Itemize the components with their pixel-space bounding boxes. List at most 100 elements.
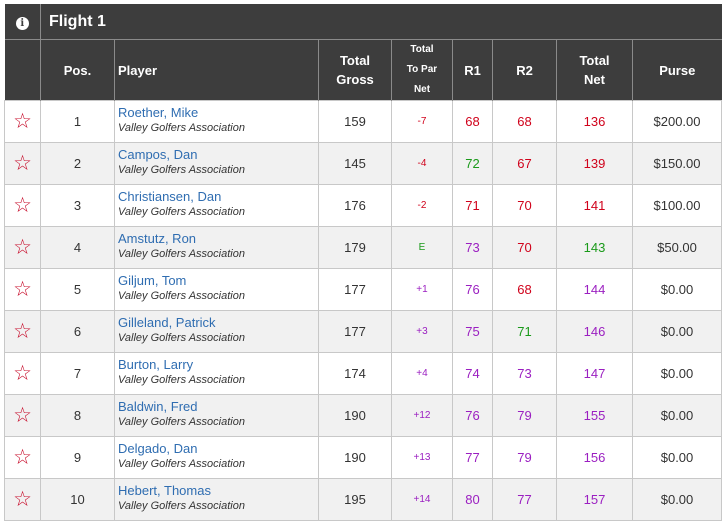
column-header-row: Pos. Player Total Gross Total To Par Net R1…	[4, 39, 722, 101]
favorite-cell: ☆	[4, 142, 41, 185]
round2-cell: 77	[492, 478, 557, 521]
round2-cell: 70	[492, 184, 557, 227]
star-outline-icon[interactable]: ☆	[13, 445, 32, 469]
total-net-cell: 155	[556, 394, 633, 437]
position-cell: 10	[40, 478, 115, 521]
favorite-cell: ☆	[4, 268, 41, 311]
star-outline-icon[interactable]: ☆	[13, 361, 32, 385]
purse-cell: $0.00	[631, 268, 723, 311]
favorite-cell: ☆	[4, 478, 41, 521]
total-gross-cell: 176	[318, 184, 392, 227]
position-cell: 8	[40, 394, 115, 437]
player-name-link[interactable]: Burton, Larry	[118, 357, 318, 373]
total-gross-cell: 190	[318, 436, 392, 479]
round1-cell: 77	[452, 436, 493, 479]
header-total-gross[interactable]: Total Gross	[318, 39, 392, 101]
to-par-net-cell: E	[391, 226, 453, 269]
player-club: Valley Golfers Association	[118, 164, 245, 176]
round2-cell: 68	[492, 100, 557, 143]
star-outline-icon[interactable]: ☆	[13, 151, 32, 175]
header-total-net-line2: Net	[584, 72, 605, 87]
star-outline-icon[interactable]: ☆	[13, 193, 32, 217]
player-club: Valley Golfers Association	[118, 290, 245, 302]
to-par-net-cell: +12	[391, 394, 453, 437]
table-row: ☆ 6 Gilleland, Patrick Valley Golfers Assoc…	[4, 310, 723, 353]
total-gross-cell: 195	[318, 478, 392, 521]
star-outline-icon[interactable]: ☆	[13, 109, 32, 133]
to-par-net-cell: +14	[391, 478, 453, 521]
player-name-link[interactable]: Hebert, Thomas	[118, 483, 318, 499]
player-cell: Giljum, Tom Valley Golfers Association	[114, 268, 319, 311]
round2-cell: 73	[492, 352, 557, 395]
player-club: Valley Golfers Association	[118, 206, 245, 218]
round2-cell: 71	[492, 310, 557, 353]
star-outline-icon[interactable]: ☆	[13, 403, 32, 427]
header-total-to-par-net[interactable]: Total To Par Net	[391, 39, 453, 101]
player-name-link[interactable]: Roether, Mike	[118, 105, 318, 121]
round1-cell: 72	[452, 142, 493, 185]
position-cell: 1	[40, 100, 115, 143]
player-name-link[interactable]: Delgado, Dan	[118, 441, 318, 457]
header-to-par-line2: To Par	[406, 64, 438, 75]
player-name-link[interactable]: Giljum, Tom	[118, 273, 318, 289]
total-net-cell: 143	[556, 226, 633, 269]
purse-cell: $0.00	[631, 478, 723, 521]
header-r2[interactable]: R2	[492, 39, 557, 101]
round1-cell: 76	[452, 268, 493, 311]
position-cell: 2	[40, 142, 115, 185]
to-par-net-cell: -2	[391, 184, 453, 227]
purse-cell: $0.00	[631, 310, 723, 353]
header-total-net[interactable]: Total Net	[556, 39, 633, 101]
round1-cell: 71	[452, 184, 493, 227]
player-cell: Delgado, Dan Valley Golfers Association	[114, 436, 319, 479]
player-name-link[interactable]: Amstutz, Ron	[118, 231, 318, 247]
position-cell: 6	[40, 310, 115, 353]
position-cell: 9	[40, 436, 115, 479]
to-par-net-cell: -7	[391, 100, 453, 143]
favorite-cell: ☆	[4, 394, 41, 437]
round2-cell: 79	[492, 394, 557, 437]
total-net-cell: 141	[556, 184, 633, 227]
player-cell: Roether, Mike Valley Golfers Association	[114, 100, 319, 143]
player-name-link[interactable]: Campos, Dan	[118, 147, 318, 163]
table-row: ☆ 9 Delgado, Dan Valley Golfers Association…	[4, 436, 723, 479]
player-club: Valley Golfers Association	[118, 374, 245, 386]
table-row: ☆ 8 Baldwin, Fred Valley Golfers Associatio…	[4, 394, 723, 437]
favorite-cell: ☆	[4, 226, 41, 269]
position-cell: 7	[40, 352, 115, 395]
header-to-par-line3: Net	[413, 84, 431, 95]
round1-cell: 68	[452, 100, 493, 143]
player-cell: Amstutz, Ron Valley Golfers Association	[114, 226, 319, 269]
total-gross-cell: 145	[318, 142, 392, 185]
player-name-link[interactable]: Baldwin, Fred	[118, 399, 318, 415]
favorite-cell: ☆	[4, 100, 41, 143]
player-name-link[interactable]: Christiansen, Dan	[118, 189, 318, 205]
header-player[interactable]: Player	[114, 39, 319, 101]
table-row: ☆ 3 Christiansen, Dan Valley Golfers Associ…	[4, 184, 723, 227]
player-club: Valley Golfers Association	[118, 500, 245, 512]
total-net-cell: 139	[556, 142, 633, 185]
position-cell: 3	[40, 184, 115, 227]
player-club: Valley Golfers Association	[118, 122, 245, 134]
purse-cell: $0.00	[631, 436, 723, 479]
info-cell: i	[4, 4, 41, 40]
star-outline-icon[interactable]: ☆	[13, 277, 32, 301]
player-name-link[interactable]: Gilleland, Patrick	[118, 315, 318, 331]
header-total-gross-line1: Total	[339, 53, 371, 68]
total-gross-cell: 159	[318, 100, 392, 143]
player-cell: Hebert, Thomas Valley Golfers Association	[114, 478, 319, 521]
header-pos[interactable]: Pos.	[40, 39, 115, 101]
star-outline-icon[interactable]: ☆	[13, 319, 32, 343]
star-outline-icon[interactable]: ☆	[13, 487, 32, 511]
to-par-net-cell: +3	[391, 310, 453, 353]
header-total-gross-line2: Gross	[336, 72, 374, 87]
header-r1[interactable]: R1	[452, 39, 493, 101]
round2-cell: 68	[492, 268, 557, 311]
player-cell: Gilleland, Patrick Valley Golfers Associa…	[114, 310, 319, 353]
favorite-cell: ☆	[4, 310, 41, 353]
info-circle-icon[interactable]: i	[15, 16, 29, 30]
star-outline-icon[interactable]: ☆	[13, 235, 32, 259]
header-purse[interactable]: Purse	[631, 39, 722, 101]
table-row: ☆ 7 Burton, Larry Valley Golfers Associatio…	[4, 352, 723, 395]
favorite-cell: ☆	[4, 436, 41, 479]
